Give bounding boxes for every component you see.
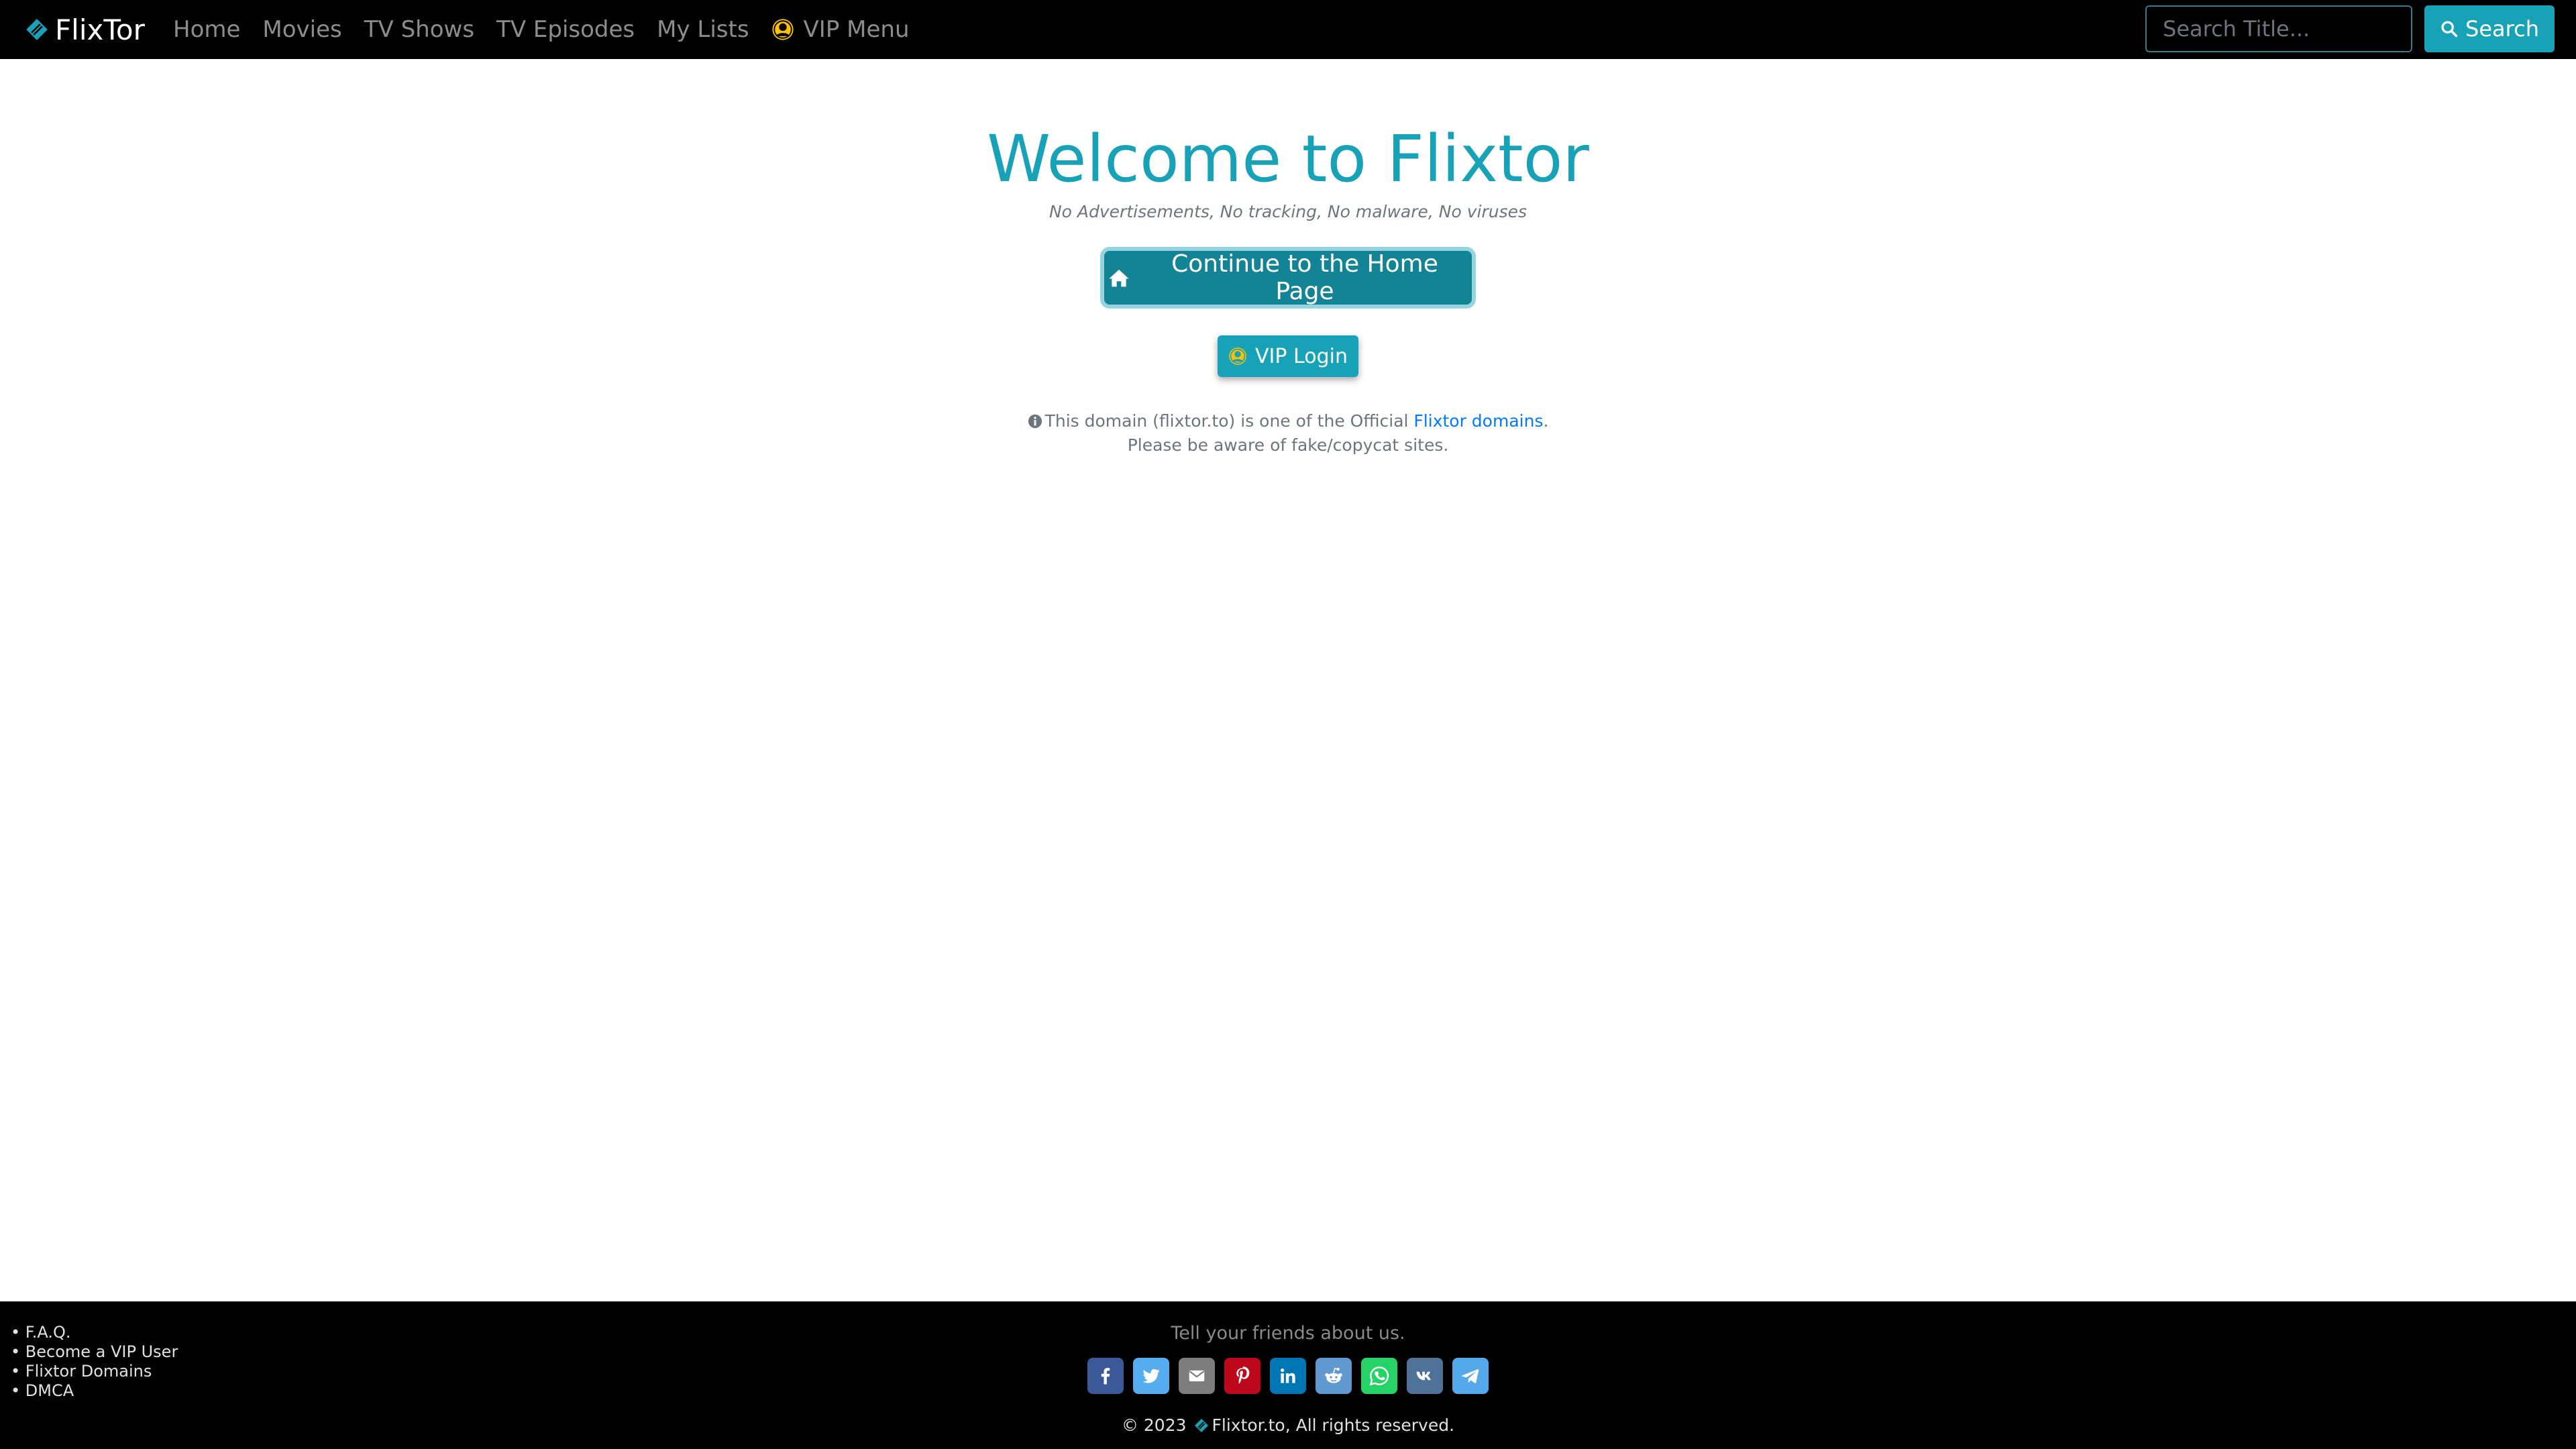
nav-tv-episodes[interactable]: TV Episodes (496, 16, 635, 43)
domain-note-line2: Please be aware of fake/copycat sites. (1127, 435, 1449, 455)
twitter-icon (1142, 1368, 1160, 1383)
reddit-share-button[interactable] (1316, 1358, 1352, 1394)
vip-login-wrap: VIP Login (0, 335, 2576, 378)
home-icon (1108, 268, 1130, 288)
linkedin-icon (1281, 1368, 1295, 1383)
email-share-button[interactable] (1179, 1358, 1215, 1394)
search-button-label: Search (2465, 16, 2539, 42)
nav-my-lists[interactable]: My Lists (657, 16, 749, 43)
nav-movies[interactable]: Movies (262, 16, 341, 43)
nav-vip-menu-label: VIP Menu (803, 15, 910, 43)
domain-note-text: This domain (flixtor.to) is one of the O… (1044, 411, 1414, 431)
email-icon (1189, 1370, 1205, 1382)
twitter-share-button[interactable] (1133, 1358, 1169, 1394)
info-icon (1028, 414, 1042, 429)
flixtor-domains-link[interactable]: Flixtor domains (1413, 411, 1543, 431)
search-input[interactable] (2145, 5, 2412, 52)
vip-login-button[interactable]: VIP Login (1218, 335, 1358, 378)
reddit-icon (1325, 1367, 1342, 1383)
telegram-icon (1462, 1369, 1479, 1383)
pinterest-icon (1236, 1366, 1250, 1384)
continue-home-label: Continue to the Home Page (1171, 250, 1438, 306)
continue-home-button[interactable]: Continue to the Home Page (1104, 250, 1472, 306)
copyright: © 2023 Flixtor.to, All rights reserved. (0, 1415, 2576, 1435)
search-icon (2440, 19, 2459, 38)
search-button[interactable]: Search (2424, 5, 2555, 52)
brand-link[interactable]: FlixTor (24, 0, 145, 59)
tagline: No Advertisements, No tracking, No malwa… (1049, 202, 1527, 222)
linkedin-share-button[interactable] (1270, 1358, 1306, 1394)
nav-home[interactable]: Home (173, 16, 240, 43)
facebook-share-button[interactable] (1087, 1358, 1124, 1394)
share-text: Tell your friends about us. (1171, 1323, 1405, 1344)
page-title: Welcome to Flixtor (987, 121, 1589, 197)
copyright-text: Flixtor.to, All rights reserved. (1212, 1415, 1455, 1435)
user-circle-icon (771, 18, 794, 41)
domain-note-period: . (1543, 411, 1549, 431)
nav-tv-shows[interactable]: TV Shows (364, 16, 474, 43)
copyright-year: © 2023 (1121, 1415, 1187, 1435)
vip-login-label: VIP Login (1255, 344, 1348, 368)
vk-icon (1416, 1371, 1431, 1381)
whatsapp-share-button[interactable] (1361, 1358, 1397, 1394)
main-content: Welcome to Flixtor No Advertisements, No… (0, 59, 2576, 458)
brand-name: FlixTor (55, 13, 145, 46)
flixtor-logo-icon (24, 17, 50, 42)
nav-vip-menu[interactable]: VIP Menu (771, 16, 910, 43)
share-buttons (0, 1358, 2576, 1394)
pinterest-share-button[interactable] (1224, 1358, 1260, 1394)
navbar: FlixTor Home Movies TV Shows TV Episodes… (0, 0, 2576, 59)
facebook-icon (1101, 1368, 1110, 1385)
flixtor-logo-icon (1193, 1417, 1210, 1434)
user-circle-icon (1228, 347, 1247, 366)
vk-share-button[interactable] (1407, 1358, 1443, 1394)
whatsapp-icon (1369, 1366, 1389, 1386)
domain-note: This domain (flixtor.to) is one of the O… (0, 409, 2576, 458)
footer: • F.A.Q. • Become a VIP User • Flixtor D… (0, 1301, 2576, 1449)
nav-links: Home Movies TV Shows TV Episodes My List… (173, 0, 932, 59)
domain-note-line1: This domain (flixtor.to) is one of the O… (0, 409, 2576, 433)
telegram-share-button[interactable] (1452, 1358, 1489, 1394)
